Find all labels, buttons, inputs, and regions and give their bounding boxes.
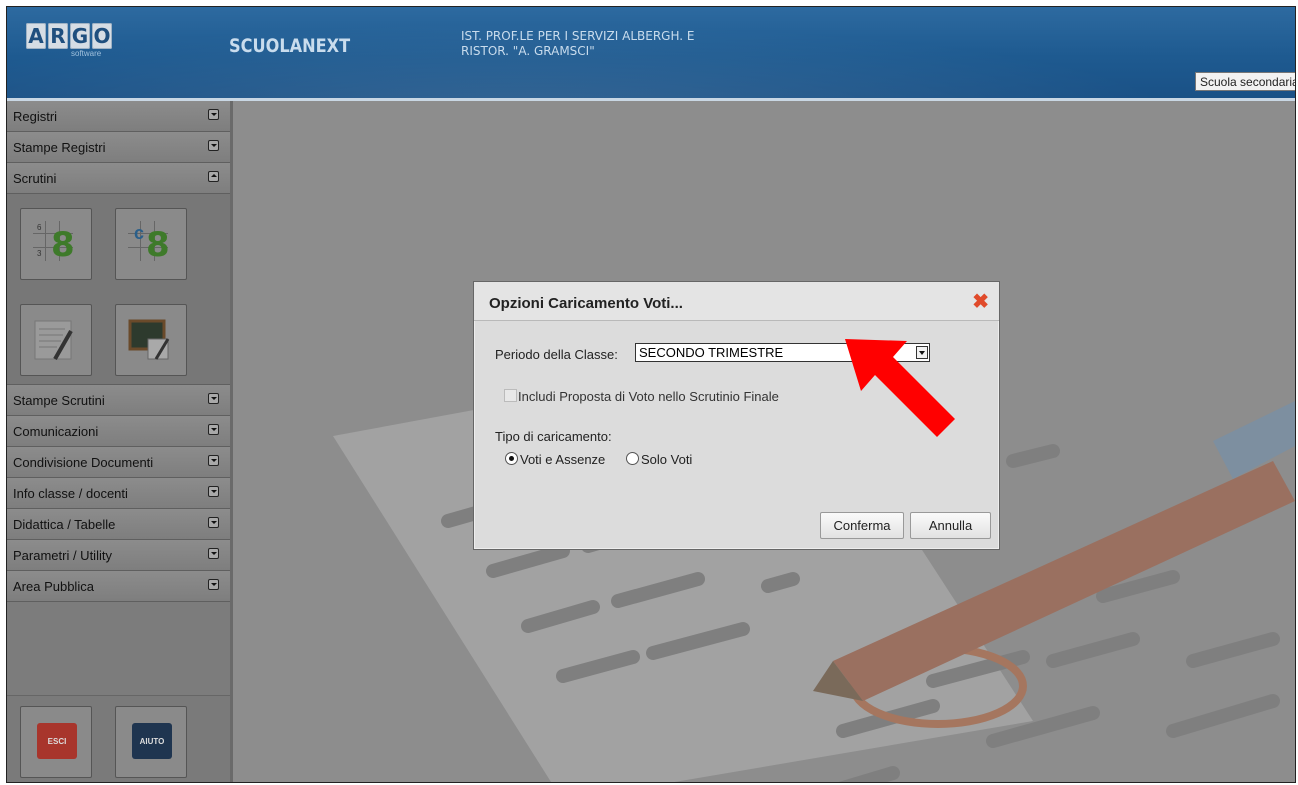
scrutini-panel: 6 3 8 c 8: [7, 194, 230, 385]
dialog-title: Opzioni Caricamento Voti...: [489, 295, 683, 312]
expand-icon[interactable]: [208, 424, 219, 435]
expand-icon[interactable]: [208, 109, 219, 120]
aiuto-label: AIUTO: [132, 723, 172, 759]
school-name: IST. PROF.LE PER I SERVIZI ALBERGH. E RI…: [461, 29, 801, 59]
expand-icon[interactable]: [208, 486, 219, 497]
sidebar-item-scrutini[interactable]: Scrutini: [7, 163, 230, 194]
sidebar-item-label: Stampe Scrutini: [13, 393, 105, 408]
sidebar-item-stampe-registri[interactable]: Stampe Registri: [7, 132, 230, 163]
solo-voti-label: Solo Voti: [641, 452, 693, 467]
sidebar-item-label: Parametri / Utility: [13, 548, 112, 563]
sidebar-item-label: Scrutini: [13, 171, 57, 186]
refresh-glyph: c: [134, 223, 145, 243]
sidebar-item-comunicazioni[interactable]: Comunicazioni: [7, 416, 230, 447]
school-type-select[interactable]: Scuola secondaria: [1195, 72, 1295, 91]
logo-letter: G: [70, 23, 90, 49]
sidebar-item-didattica-tabelle[interactable]: Didattica / Tabelle: [7, 509, 230, 540]
sidebar-item-label: Stampe Registri: [13, 140, 106, 155]
blackboard-icon: [128, 319, 170, 360]
esci-button[interactable]: ESCI: [20, 706, 92, 778]
expand-icon[interactable]: [208, 455, 219, 466]
close-icon[interactable]: ✖: [972, 289, 989, 314]
sidebar-item-label: Registri: [13, 109, 58, 124]
expand-icon[interactable]: [208, 548, 219, 559]
expand-icon[interactable]: [208, 393, 219, 404]
voti-assenze-radio[interactable]: [505, 452, 518, 465]
school-name-line2: RISTOR. "A. GRAMSCI": [461, 44, 595, 58]
periodo-value: SECONDO TRIMESTRE: [639, 345, 784, 360]
includi-proposta-label: Includi Proposta di Voto nello Scrutinio…: [518, 389, 779, 404]
sidebar-item-area-pubblica[interactable]: Area Pubblica: [7, 571, 230, 602]
red-arrow-icon: [845, 339, 955, 437]
app-window: A R G O software SCUOLANEXT IST. PROF.LE…: [6, 6, 1296, 783]
conferma-button[interactable]: Conferma: [820, 512, 904, 539]
aiuto-button[interactable]: AIUTO: [115, 706, 187, 778]
sidebar-item-parametri-utility[interactable]: Parametri / Utility: [7, 540, 230, 571]
school-name-line1: IST. PROF.LE PER I SERVIZI ALBERGH. E: [461, 29, 695, 43]
small-digit: 6: [37, 223, 42, 232]
logo-letter: R: [48, 23, 68, 49]
dialog-titlebar: Opzioni Caricamento Voti... ✖: [474, 282, 999, 321]
esci-label: ESCI: [37, 723, 77, 759]
sidebar-item-condivisione-documenti[interactable]: Condivisione Documenti: [7, 447, 230, 478]
logo-letter: A: [26, 23, 46, 49]
sidebar-item-info-classe-docenti[interactable]: Info classe / docenti: [7, 478, 230, 509]
caricamento-voti-button[interactable]: 6 3 8: [20, 208, 92, 280]
argo-logo: A R G O: [26, 23, 112, 49]
periodo-label: Periodo della Classe:: [495, 347, 618, 362]
annulla-button[interactable]: Annulla: [910, 512, 991, 539]
aggiorna-voti-button[interactable]: c 8: [115, 208, 187, 280]
logo-subtitle: software: [71, 49, 102, 58]
header-bar: A R G O software SCUOLANEXT IST. PROF.LE…: [7, 7, 1295, 101]
sidebar-item-label: Didattica / Tabelle: [13, 517, 116, 532]
grade-grid-icon: 6 3 8: [33, 221, 79, 267]
sidebar-item-stampe-scrutini[interactable]: Stampe Scrutini: [7, 385, 230, 416]
small-digit: 3: [37, 249, 42, 258]
sidebar-item-label: Info classe / docenti: [13, 486, 128, 501]
giudizi-button[interactable]: [20, 304, 92, 376]
sidebar-bottom: ESCI AIUTO: [7, 695, 230, 782]
includi-proposta-checkbox[interactable]: [504, 389, 517, 402]
lavagna-button[interactable]: [115, 304, 187, 376]
sidebar-item-registri[interactable]: Registri: [7, 101, 230, 132]
voti-assenze-label: Voti e Assenze: [520, 452, 606, 467]
expand-icon[interactable]: [208, 517, 219, 528]
logo-letter: O: [92, 23, 112, 49]
expand-icon[interactable]: [208, 579, 219, 590]
sidebar-item-label: Condivisione Documenti: [13, 455, 154, 470]
document-pencil-icon: [34, 320, 73, 360]
solo-voti-radio[interactable]: [626, 452, 639, 465]
grade-digit: 8: [51, 225, 75, 265]
tipo-caricamento-label: Tipo di caricamento:: [495, 429, 612, 444]
grade-refresh-icon: c 8: [128, 221, 174, 267]
sidebar: Registri Stampe Registri Scrutini 6 3 8: [7, 101, 233, 782]
collapse-icon[interactable]: [208, 171, 219, 182]
app-name: SCUOLANEXT: [229, 35, 351, 57]
expand-icon[interactable]: [208, 140, 219, 151]
grade-digit: 8: [146, 225, 170, 265]
sidebar-item-label: Comunicazioni: [13, 424, 99, 439]
sidebar-item-label: Area Pubblica: [13, 579, 94, 594]
